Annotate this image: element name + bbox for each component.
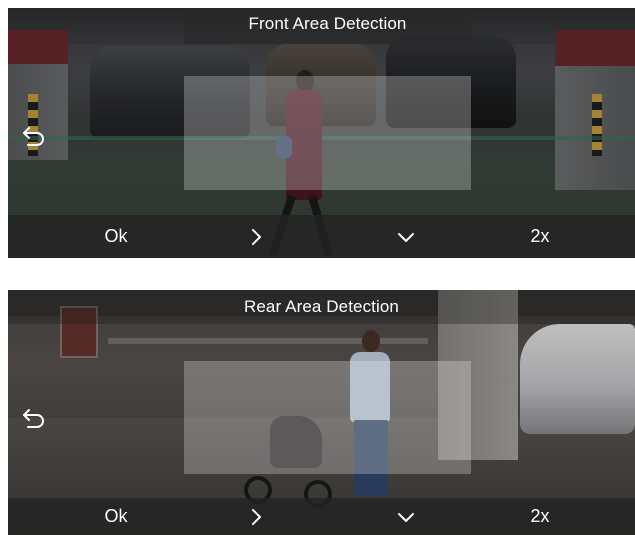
back-arrow-icon — [23, 409, 44, 428]
dropdown-button[interactable] — [386, 498, 426, 535]
bottom-toolbar: Ok 2x — [8, 498, 635, 535]
back-button[interactable] — [20, 124, 48, 148]
back-arrow-icon — [23, 127, 44, 146]
panel-title: Front Area Detection — [248, 14, 407, 33]
chevron-down-icon — [398, 232, 414, 242]
zoom-button[interactable]: 2x — [518, 215, 562, 258]
next-button[interactable] — [240, 498, 272, 535]
back-button[interactable] — [20, 406, 48, 430]
title-band: Rear Area Detection — [8, 290, 635, 324]
ok-button[interactable]: Ok — [88, 498, 144, 535]
chevron-down-icon — [398, 512, 414, 522]
dropdown-button[interactable] — [386, 215, 426, 258]
ok-button[interactable]: Ok — [88, 215, 144, 258]
title-band: Front Area Detection — [184, 8, 471, 44]
rear-detection-panel: Rear Area Detection Ok 2x — [8, 290, 635, 535]
chevron-right-icon — [252, 508, 261, 525]
detection-area[interactable] — [184, 361, 471, 474]
next-button[interactable] — [240, 215, 272, 258]
bottom-toolbar: Ok 2x — [8, 215, 635, 258]
detection-area[interactable] — [184, 76, 471, 190]
chevron-right-icon — [252, 228, 261, 245]
front-detection-panel: Front Area Detection Ok 2x — [8, 8, 635, 258]
panel-title: Rear Area Detection — [244, 297, 399, 316]
zoom-button[interactable]: 2x — [518, 498, 562, 535]
